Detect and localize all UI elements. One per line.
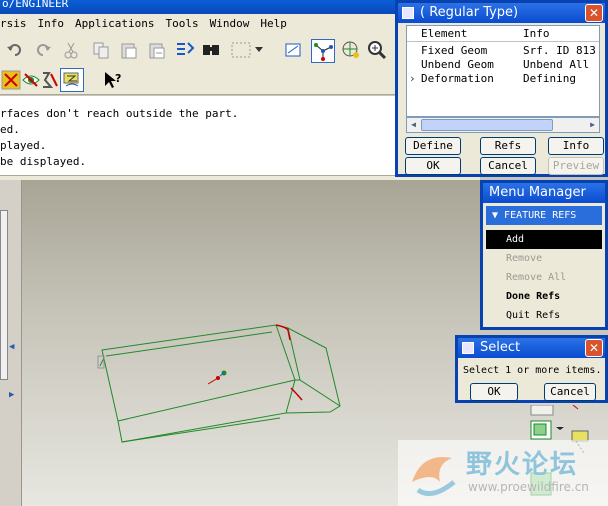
menu-manager-titlebar: Menu Manager	[483, 183, 605, 203]
forum-watermark: 野火论坛 www.proewildfire.cn	[398, 440, 608, 506]
feature-dialog-titlebar: ( Regular Type) ✕	[398, 3, 605, 23]
select-message: Select 1 or more items.	[463, 365, 602, 376]
copy-icon[interactable]	[90, 39, 112, 61]
watermark-url: www.proewildfire.cn	[468, 480, 589, 494]
sigma-icon[interactable]	[38, 69, 60, 91]
layer-icon[interactable]	[60, 68, 84, 92]
expand-arrow-icon[interactable]: ›	[409, 72, 416, 85]
cut-icon[interactable]	[60, 39, 82, 61]
datum-plane-icon	[530, 404, 554, 416]
cancel-button[interactable]: Cancel	[544, 383, 596, 401]
table-row[interactable]: Fixed Geom Srf. ID 813	[407, 44, 599, 58]
paste-icon[interactable]	[118, 39, 140, 61]
dropdown-icon[interactable]	[254, 39, 264, 61]
menu-item-quit-refs[interactable]: Quit Refs	[486, 306, 602, 325]
svg-text:?: ?	[115, 72, 121, 85]
select-dialog-title: Select	[480, 340, 521, 355]
menu-item-remove-all: Remove All	[506, 272, 567, 283]
menu-applications[interactable]: Applications	[75, 17, 154, 30]
expand-right-icon[interactable]: ▶	[9, 390, 14, 400]
feature-refs-submenu[interactable]: ▼ FEATURE REFS	[486, 206, 602, 225]
collapse-left-icon[interactable]: ◀	[9, 342, 14, 352]
message-line: ed.	[0, 123, 20, 136]
dialog-app-icon	[462, 342, 474, 354]
datum-display-icon[interactable]	[282, 39, 304, 61]
scroll-thumb[interactable]	[421, 119, 553, 131]
horizontal-scrollbar[interactable]: ◀ ▶	[406, 117, 600, 133]
cancel-button[interactable]: Cancel	[480, 157, 536, 175]
spin-center-icon[interactable]	[311, 39, 335, 63]
watermark-logo	[412, 457, 456, 497]
feature-dialog: ( Regular Type) ✕ Element Info Fixed Geo…	[395, 0, 608, 177]
whats-this-icon[interactable]: ?	[102, 69, 124, 91]
scroll-left-icon[interactable]: ◀	[407, 118, 420, 132]
undo-icon[interactable]	[4, 39, 26, 61]
table-row[interactable]: › Deformation Defining	[407, 72, 599, 86]
watermark-text: 野火论坛	[466, 450, 579, 480]
menu-window[interactable]: Window	[210, 17, 250, 30]
triangle-down-icon: ▼	[492, 210, 505, 221]
menu-bar: rsis Info Applications Tools Window Help	[0, 14, 400, 33]
scroll-right-icon[interactable]: ▶	[586, 118, 599, 132]
window-titlebar: o/ENGINEER	[0, 0, 400, 14]
element-info: Unbend All	[523, 58, 590, 71]
element-info: Defining	[523, 72, 576, 85]
zoom-icon[interactable]	[366, 39, 388, 61]
quilt-icon[interactable]	[0, 69, 22, 91]
submenu-label: FEATURE REFS	[504, 210, 577, 221]
select-dialog: Select ✕ Select 1 or more items. OK Canc…	[455, 335, 608, 403]
menu-info[interactable]: Info	[38, 17, 65, 30]
element-name: Fixed Geom	[421, 44, 488, 57]
table-row[interactable]: Unbend Geom Unbend All	[407, 58, 599, 72]
menu-item-remove: Remove	[506, 253, 543, 264]
close-icon[interactable]: ✕	[585, 339, 603, 357]
menu-analysis[interactable]: rsis	[0, 17, 27, 30]
select-box-icon[interactable]	[228, 39, 254, 61]
preview-button: Preview	[548, 157, 604, 175]
element-info: Srf. ID 813	[523, 44, 596, 57]
redo-icon[interactable]	[32, 39, 54, 61]
regenerate-icon[interactable]	[174, 39, 196, 61]
element-table: Element Info Fixed Geom Srf. ID 813 Unbe…	[406, 25, 600, 117]
feature-dialog-title: ( Regular Type)	[420, 5, 519, 20]
menu-manager-title: Menu Manager	[489, 185, 586, 200]
model-tree-pane	[0, 210, 8, 380]
element-name: Unbend Geom	[421, 58, 494, 71]
menu-manager: Menu Manager ▼ FEATURE REFS Add Remove R…	[480, 180, 608, 330]
column-header-element: Element	[421, 27, 468, 40]
close-icon[interactable]: ✕	[585, 4, 603, 22]
window-title: o/ENGINEER	[2, 0, 69, 10]
refs-button[interactable]: Refs	[480, 137, 536, 155]
table-header: Element Info	[407, 26, 599, 42]
message-line: be displayed.	[0, 155, 87, 168]
ok-button[interactable]: OK	[405, 157, 461, 175]
select-dialog-titlebar: Select ✕	[458, 338, 605, 358]
menu-item-done-refs[interactable]: Done Refs	[486, 287, 602, 306]
menu-tools[interactable]: Tools	[165, 17, 198, 30]
coordinate-origin	[207, 370, 227, 385]
find-icon[interactable]	[200, 39, 222, 61]
info-button[interactable]: Info	[548, 137, 604, 155]
paste-special-icon[interactable]	[146, 39, 168, 61]
ok-button[interactable]: OK	[470, 383, 518, 401]
orient-icon[interactable]	[340, 39, 362, 61]
define-button[interactable]: Define	[405, 137, 461, 155]
message-line: played.	[0, 139, 47, 152]
message-line: rfaces don't reach outside the part.	[0, 107, 239, 120]
menu-help[interactable]: Help	[260, 17, 287, 30]
menu-item-add[interactable]: Add	[486, 230, 602, 249]
model-tree-sash[interactable]: ◀ ▶	[0, 180, 22, 506]
dialog-app-icon	[402, 7, 414, 19]
main-toolbar	[0, 33, 400, 65]
message-area: rfaces don't reach outside the part. ed.…	[0, 96, 400, 176]
column-header-info: Info	[523, 27, 550, 40]
element-name: Deformation	[421, 72, 494, 85]
secondary-toolbar: ?	[0, 65, 400, 95]
